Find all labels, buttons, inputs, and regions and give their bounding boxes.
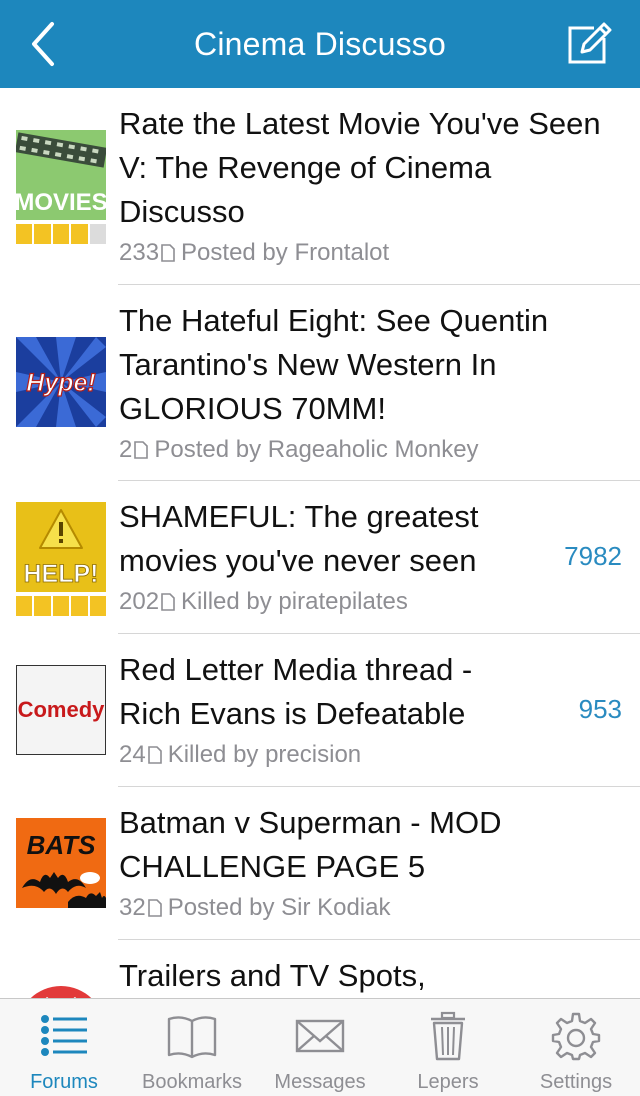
compose-icon	[568, 22, 612, 64]
thread-meta: 32 Posted by Sir Kodiak	[119, 893, 391, 923]
thread-row[interactable]: Hype! The Hateful Eight: See Quentin Tar…	[0, 285, 640, 481]
tab-bookmarks[interactable]: Bookmarks	[128, 999, 256, 1096]
thread-title: The Hateful Eight: See Quentin Tarantino…	[119, 303, 549, 426]
thread-byline: Posted by Frontalot	[181, 239, 390, 266]
thread-byline: Killed by precision	[167, 741, 362, 768]
thread-row[interactable]: Comedy Red Letter Media thread - Rich Ev…	[0, 634, 640, 787]
page-count: 202	[119, 588, 160, 615]
trash-icon	[431, 1011, 465, 1061]
unread-count[interactable]: 953	[579, 694, 622, 724]
tab-messages[interactable]: Messages	[256, 999, 384, 1096]
thread-meta: 2 Posted by Rageaholic Monkey	[119, 435, 479, 465]
thread-tag-bats: BATS	[16, 818, 106, 908]
compose-button[interactable]	[564, 20, 612, 68]
tab-lepers[interactable]: Lepers	[384, 999, 512, 1096]
thread-title: Rate the Latest Movie You've Seen V: The…	[119, 106, 601, 229]
thread-title: Red Letter Media thread - Rich Evans is …	[119, 652, 473, 731]
thread-row[interactable]: MOVIES Rate the Latest Movie You've Seen…	[0, 88, 640, 285]
page-icon	[134, 441, 149, 459]
thread-tag-movies: MOVIES	[14, 130, 108, 220]
thread-tag-help: HELP!	[16, 502, 106, 592]
tab-bar: Forums Bookmarks Messages Lepers Setting…	[0, 998, 640, 1096]
rating-bar	[16, 596, 107, 616]
thread-title: Trailers and TV Spots,	[119, 958, 426, 993]
tab-forums[interactable]: Forums	[0, 999, 128, 1096]
nav-bar: Cinema Discusso	[0, 0, 640, 88]
page-count: 233	[119, 239, 160, 266]
thread-tag-text: MOVIES	[16, 189, 106, 216]
thread-tag-text: BATS	[27, 830, 97, 860]
tab-label: Messages	[274, 1071, 366, 1093]
thread-tag-text: HELP!	[24, 560, 99, 588]
envelope-icon	[295, 1019, 345, 1053]
thread-meta: 24 Killed by precision	[119, 740, 361, 770]
page-icon	[147, 746, 162, 764]
thread-row[interactable]: BATS Batman v Superman - MOD CHALLENGE P…	[0, 787, 640, 940]
rating-bar	[16, 224, 107, 244]
page-count: 32	[119, 894, 146, 921]
unread-count[interactable]: 7982	[564, 541, 622, 571]
tab-label: Bookmarks	[141, 1071, 243, 1093]
thread-tag-text: Hype!	[26, 369, 95, 397]
thread-tag-hype: Hype!	[16, 337, 106, 427]
page-icon	[161, 244, 175, 262]
gear-icon	[551, 1012, 601, 1061]
thread-meta: 233 Posted by Frontalot	[119, 238, 389, 268]
thread-title: SHAMEFUL: The greatest movies you've nev…	[119, 499, 479, 578]
page-icon	[147, 899, 162, 917]
page-count: 2	[119, 436, 133, 463]
thread-row[interactable]: Trailers and TV Spots,	[0, 940, 640, 998]
page-icon	[161, 593, 175, 611]
thread-byline: Killed by piratepilates	[181, 588, 408, 615]
thread-tag-comedy: Comedy	[16, 665, 106, 755]
list-icon	[41, 1015, 87, 1056]
thread-byline: Posted by Sir Kodiak	[167, 894, 391, 921]
thread-tag-partial	[16, 980, 106, 998]
tab-label: Settings	[539, 1071, 613, 1093]
thread-tag-text: Comedy	[18, 697, 106, 722]
thread-title: Batman v Superman - MOD CHALLENGE PAGE 5	[119, 805, 502, 884]
tab-settings[interactable]: Settings	[512, 999, 640, 1096]
page-count: 24	[119, 741, 146, 768]
thread-row[interactable]: HELP! SHAMEFUL: The greatest movies you'…	[0, 481, 640, 634]
tab-label: Lepers	[417, 1071, 479, 1093]
thread-list[interactable]: MOVIES Rate the Latest Movie You've Seen…	[0, 88, 640, 998]
thread-byline: Posted by Rageaholic Monkey	[154, 436, 479, 463]
book-icon	[167, 1016, 217, 1059]
tab-label: Forums	[30, 1071, 98, 1093]
thread-meta: 202 Killed by piratepilates	[119, 587, 408, 617]
page-title: Cinema Discusso	[194, 26, 446, 62]
